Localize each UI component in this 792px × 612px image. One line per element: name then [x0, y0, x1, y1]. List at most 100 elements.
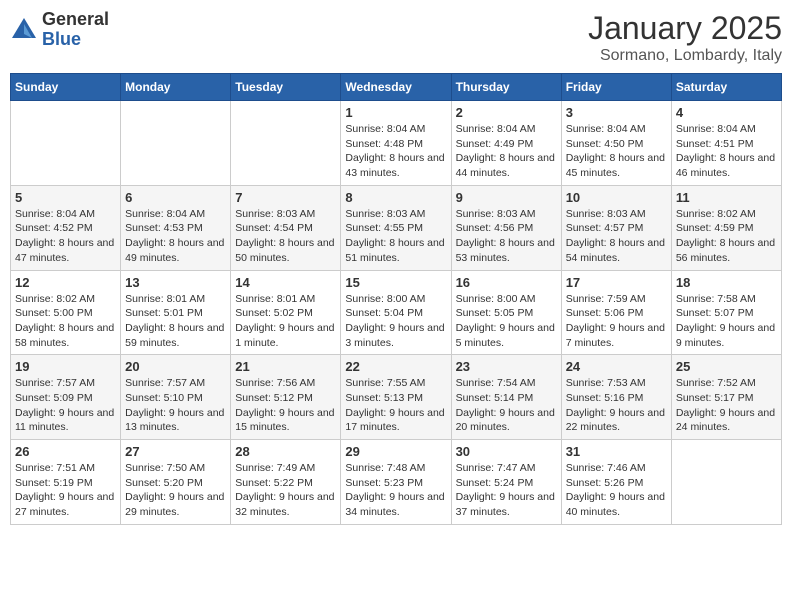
day-number: 5 — [15, 190, 116, 205]
calendar-cell: 28 Sunrise: 7:49 AM Sunset: 5:22 PM Dayli… — [231, 440, 341, 525]
calendar-cell — [671, 440, 781, 525]
day-number: 21 — [235, 359, 336, 374]
calendar-cell: 22Sunrise: 7:55 AM Sunset: 5:13 PM Dayli… — [341, 355, 451, 440]
day-info: Sunrise: 7:50 AM Sunset: 5:20 PM Dayligh… — [125, 461, 226, 520]
day-info: Sunrise: 7:47 AM Sunset: 5:24 PM Dayligh… — [456, 461, 557, 520]
header-tuesday: Tuesday — [231, 74, 341, 101]
logo-icon — [10, 16, 38, 44]
calendar-cell: 4 Sunrise: 8:04 AM Sunset: 4:51 PM Daylig… — [671, 101, 781, 186]
header: General Blue January 2025 Sormano, Lomba… — [10, 10, 782, 65]
calendar-cell: 18Sunrise: 7:58 AM Sunset: 5:07 PM Dayli… — [671, 270, 781, 355]
day-info: Sunrise: 7:54 AM Sunset: 5:14 PM Dayligh… — [456, 376, 557, 435]
calendar-cell: 24Sunrise: 7:53 AM Sunset: 5:16 PM Dayli… — [561, 355, 671, 440]
calendar-cell: 30Sunrise: 7:47 AM Sunset: 5:24 PM Dayli… — [451, 440, 561, 525]
day-number: 16 — [456, 275, 557, 290]
calendar-cell: 1Sunrise: 8:04 AM Sunset: 4:48 PM Daylig… — [341, 101, 451, 186]
day-info: Sunrise: 8:03 AM Sunset: 4:56 PM Dayligh… — [456, 207, 557, 266]
calendar-cell: 25 Sunrise: 7:52 AM Sunset: 5:17 PM Dayli… — [671, 355, 781, 440]
day-number: 7 — [235, 190, 336, 205]
page: General Blue January 2025 Sormano, Lomba… — [0, 0, 792, 612]
calendar-cell: 10Sunrise: 8:03 AM Sunset: 4:57 PM Dayli… — [561, 185, 671, 270]
calendar-week-row: 5 Sunrise: 8:04 AM Sunset: 4:52 PM Daylig… — [11, 185, 782, 270]
calendar-cell: 3 Sunrise: 8:04 AM Sunset: 4:50 PM Daylig… — [561, 101, 671, 186]
day-number: 3 — [566, 105, 667, 120]
day-number: 19 — [15, 359, 116, 374]
day-number: 24 — [566, 359, 667, 374]
day-info: Sunrise: 8:02 AM Sunset: 5:00 PM Dayligh… — [15, 292, 116, 351]
day-number: 14 — [235, 275, 336, 290]
day-number: 27 — [125, 444, 226, 459]
day-number: 25 — [676, 359, 777, 374]
calendar-table: Sunday Monday Tuesday Wednesday Thursday… — [10, 73, 782, 525]
day-number: 26 — [15, 444, 116, 459]
calendar-cell: 31 Sunrise: 7:46 AM Sunset: 5:26 PM Dayli… — [561, 440, 671, 525]
day-number: 23 — [456, 359, 557, 374]
day-info: Sunrise: 8:04 AM Sunset: 4:50 PM Dayligh… — [566, 122, 667, 181]
calendar-cell: 21 Sunrise: 7:56 AM Sunset: 5:12 PM Dayli… — [231, 355, 341, 440]
calendar-cell: 14 Sunrise: 8:01 AM Sunset: 5:02 PM Dayli… — [231, 270, 341, 355]
day-info: Sunrise: 7:59 AM Sunset: 5:06 PM Dayligh… — [566, 292, 667, 351]
title-section: January 2025 Sormano, Lombardy, Italy — [588, 10, 782, 65]
day-number: 18 — [676, 275, 777, 290]
day-number: 9 — [456, 190, 557, 205]
day-info: Sunrise: 8:04 AM Sunset: 4:51 PM Dayligh… — [676, 122, 777, 181]
calendar-cell: 8Sunrise: 8:03 AM Sunset: 4:55 PM Daylig… — [341, 185, 451, 270]
day-info: Sunrise: 8:04 AM Sunset: 4:53 PM Dayligh… — [125, 207, 226, 266]
day-number: 15 — [345, 275, 446, 290]
calendar-cell: 16Sunrise: 8:00 AM Sunset: 5:05 PM Dayli… — [451, 270, 561, 355]
day-number: 10 — [566, 190, 667, 205]
day-info: Sunrise: 7:49 AM Sunset: 5:22 PM Dayligh… — [235, 461, 336, 520]
day-info: Sunrise: 7:46 AM Sunset: 5:26 PM Dayligh… — [566, 461, 667, 520]
day-number: 11 — [676, 190, 777, 205]
calendar-week-row: 19 Sunrise: 7:57 AM Sunset: 5:09 PM Dayli… — [11, 355, 782, 440]
day-info: Sunrise: 8:04 AM Sunset: 4:49 PM Dayligh… — [456, 122, 557, 181]
header-sunday: Sunday — [11, 74, 121, 101]
day-info: Sunrise: 8:01 AM Sunset: 5:02 PM Dayligh… — [235, 292, 336, 351]
day-info: Sunrise: 7:57 AM Sunset: 5:09 PM Dayligh… — [15, 376, 116, 435]
logo: General Blue — [10, 10, 109, 50]
calendar-cell: 9 Sunrise: 8:03 AM Sunset: 4:56 PM Daylig… — [451, 185, 561, 270]
calendar-cell: 27 Sunrise: 7:50 AM Sunset: 5:20 PM Dayli… — [121, 440, 231, 525]
day-info: Sunrise: 8:02 AM Sunset: 4:59 PM Dayligh… — [676, 207, 777, 266]
calendar-cell: 5 Sunrise: 8:04 AM Sunset: 4:52 PM Daylig… — [11, 185, 121, 270]
calendar-cell — [231, 101, 341, 186]
calendar-header-row: Sunday Monday Tuesday Wednesday Thursday… — [11, 74, 782, 101]
day-number: 12 — [15, 275, 116, 290]
day-info: Sunrise: 8:04 AM Sunset: 4:52 PM Dayligh… — [15, 207, 116, 266]
day-number: 1 — [345, 105, 446, 120]
location-title: Sormano, Lombardy, Italy — [588, 47, 782, 65]
header-wednesday: Wednesday — [341, 74, 451, 101]
calendar-cell: 19 Sunrise: 7:57 AM Sunset: 5:09 PM Dayli… — [11, 355, 121, 440]
logo-general-label: General — [42, 10, 109, 30]
calendar-week-row: 26 Sunrise: 7:51 AM Sunset: 5:19 PM Dayli… — [11, 440, 782, 525]
calendar-cell — [121, 101, 231, 186]
calendar-cell: 17 Sunrise: 7:59 AM Sunset: 5:06 PM Dayli… — [561, 270, 671, 355]
day-number: 13 — [125, 275, 226, 290]
day-info: Sunrise: 7:57 AM Sunset: 5:10 PM Dayligh… — [125, 376, 226, 435]
day-info: Sunrise: 7:56 AM Sunset: 5:12 PM Dayligh… — [235, 376, 336, 435]
calendar-cell: 20Sunrise: 7:57 AM Sunset: 5:10 PM Dayli… — [121, 355, 231, 440]
calendar-cell: 12 Sunrise: 8:02 AM Sunset: 5:00 PM Dayli… — [11, 270, 121, 355]
day-number: 22 — [345, 359, 446, 374]
day-number: 28 — [235, 444, 336, 459]
calendar-cell: 2Sunrise: 8:04 AM Sunset: 4:49 PM Daylig… — [451, 101, 561, 186]
calendar-cell: 7 Sunrise: 8:03 AM Sunset: 4:54 PM Daylig… — [231, 185, 341, 270]
calendar-cell: 29Sunrise: 7:48 AM Sunset: 5:23 PM Dayli… — [341, 440, 451, 525]
calendar-week-row: 1Sunrise: 8:04 AM Sunset: 4:48 PM Daylig… — [11, 101, 782, 186]
day-number: 17 — [566, 275, 667, 290]
calendar-cell: 11 Sunrise: 8:02 AM Sunset: 4:59 PM Dayli… — [671, 185, 781, 270]
day-number: 6 — [125, 190, 226, 205]
month-title: January 2025 — [588, 10, 782, 47]
header-monday: Monday — [121, 74, 231, 101]
day-number: 31 — [566, 444, 667, 459]
logo-blue-label: Blue — [42, 30, 109, 50]
day-info: Sunrise: 8:03 AM Sunset: 4:55 PM Dayligh… — [345, 207, 446, 266]
calendar-cell: 13Sunrise: 8:01 AM Sunset: 5:01 PM Dayli… — [121, 270, 231, 355]
calendar-cell — [11, 101, 121, 186]
day-info: Sunrise: 7:52 AM Sunset: 5:17 PM Dayligh… — [676, 376, 777, 435]
day-info: Sunrise: 7:51 AM Sunset: 5:19 PM Dayligh… — [15, 461, 116, 520]
day-number: 29 — [345, 444, 446, 459]
day-info: Sunrise: 8:03 AM Sunset: 4:54 PM Dayligh… — [235, 207, 336, 266]
day-number: 4 — [676, 105, 777, 120]
header-friday: Friday — [561, 74, 671, 101]
